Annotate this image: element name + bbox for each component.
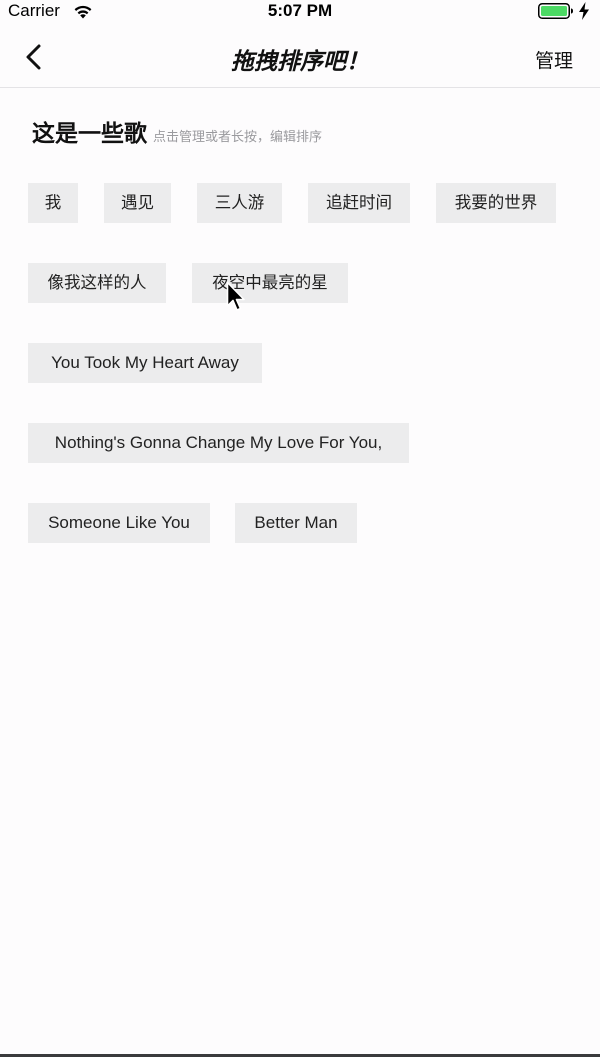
- section-header: 这是一些歌 点击管理或者长按，编辑排序: [32, 114, 322, 148]
- song-tag[interactable]: Someone Like You: [28, 503, 210, 543]
- song-tag[interactable]: 追赶时间: [308, 183, 410, 223]
- song-tag[interactable]: 遇见: [104, 183, 171, 223]
- section-title: 这是一些歌: [32, 121, 147, 147]
- charging-icon: [579, 2, 589, 20]
- manage-button[interactable]: 管理: [535, 46, 573, 73]
- song-tag[interactable]: Better Man: [235, 503, 357, 543]
- song-tag[interactable]: 三人游: [197, 183, 282, 223]
- section-hint: 点击管理或者长按，编辑排序: [153, 130, 323, 145]
- song-tag[interactable]: You Took My Heart Away: [28, 343, 262, 383]
- status-bar: Carrier 5:07 PM: [0, 0, 600, 24]
- song-tag[interactable]: 像我这样的人: [28, 263, 166, 303]
- song-tag[interactable]: 夜空中最亮的星: [192, 263, 348, 303]
- song-tag[interactable]: 我要的世界: [436, 183, 556, 223]
- clock: 5:07 PM: [267, 1, 333, 20]
- song-tag[interactable]: 我: [28, 183, 78, 223]
- page-title: 拖拽排序吧！: [231, 49, 369, 75]
- battery-icon: [538, 3, 573, 19]
- song-tag[interactable]: Nothing's Gonna Change My Love For You,: [28, 423, 409, 463]
- navigation-bar: 拖拽排序吧！ 管理: [0, 25, 600, 88]
